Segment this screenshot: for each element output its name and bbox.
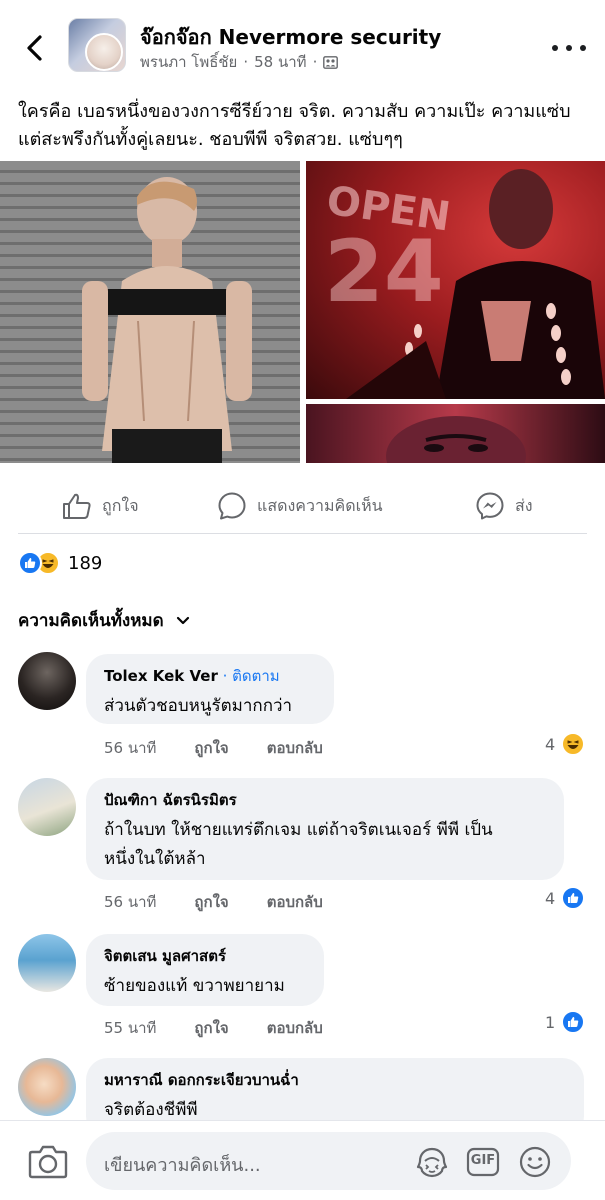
comment-composer: เขียนความคิดเห็น... GIF: [0, 1120, 605, 1200]
comment-text: ถ้าในบท ให้ชายแทร่ตึกเจม แต่ถ้าจริตเนเจอ…: [104, 816, 546, 874]
emoji-button[interactable]: [518, 1145, 552, 1179]
commenter-avatar[interactable]: [18, 778, 76, 836]
like-icon: [63, 493, 91, 519]
privacy-group-icon: [323, 55, 339, 69]
more-button[interactable]: [552, 36, 586, 60]
comment-reaction[interactable]: 1: [545, 1010, 586, 1034]
post-photo-3[interactable]: [306, 404, 605, 463]
camera-icon: [28, 1145, 68, 1179]
comment-bubble[interactable]: จิตตเสน มูลศาสตร์ ซ้ายของแท้ ขวาพยายาม: [86, 934, 324, 1006]
author-avatar: [85, 33, 123, 71]
commenter-avatar[interactable]: [18, 652, 76, 710]
like-button[interactable]: ถูกใจ: [62, 478, 139, 534]
comment-like-button[interactable]: ถูกใจ: [194, 739, 228, 757]
comment-reply-button[interactable]: ตอบกลับ: [267, 1019, 323, 1037]
group-avatar[interactable]: [68, 18, 126, 72]
post-time[interactable]: 58 นาที: [254, 50, 306, 74]
comment-like-button[interactable]: ถูกใจ: [194, 1019, 228, 1037]
avatar-sticker-icon: [416, 1147, 448, 1178]
action-divider: [18, 533, 587, 534]
comment-icon: [218, 492, 246, 520]
comment-label: แสดงความคิดเห็น: [257, 495, 383, 515]
post-photos: OPEN 24: [0, 161, 605, 463]
post-meta: พรนภา โพธิ์ชัย · 58 นาที ·: [140, 50, 339, 74]
author-name[interactable]: พรนภา โพธิ์ชัย: [140, 50, 237, 74]
comment-time: 56 นาที: [104, 893, 157, 911]
like-reaction-icon: [561, 886, 586, 910]
comment-text: ซ้ายของแท้ ขวาพยายาม: [104, 976, 285, 996]
emoji-icon: [519, 1146, 551, 1178]
comment-text-line-2: หนึ่งในใต้หล้า: [104, 849, 206, 869]
meta-separator: ·: [243, 53, 249, 71]
commenter-avatar[interactable]: [18, 934, 76, 992]
svg-text:24: 24: [324, 222, 444, 322]
commenter-name[interactable]: Tolex Kek Ver: [104, 667, 218, 685]
like-reaction-icon: [18, 551, 42, 575]
camera-button[interactable]: [28, 1143, 68, 1179]
reaction-count: 189: [68, 552, 103, 574]
reaction-summary[interactable]: 189: [18, 550, 102, 576]
comment-button[interactable]: แสดงความคิดเห็น: [217, 478, 383, 534]
comment-reaction-count: 1: [545, 1012, 556, 1032]
comment-reaction[interactable]: 4: [545, 886, 586, 910]
comment-reply-button[interactable]: ตอบกลับ: [267, 893, 323, 911]
comment-time: 55 นาที: [104, 1019, 157, 1037]
like-label: ถูกใจ: [102, 495, 139, 515]
meta-separator-2: ·: [312, 53, 318, 71]
gif-label: GIF: [470, 1153, 496, 1168]
gif-button[interactable]: GIF: [466, 1145, 500, 1179]
comment-reply-button[interactable]: ตอบกลับ: [267, 739, 323, 757]
like-reaction-icon: [561, 1010, 586, 1034]
commenter-name[interactable]: ปัณฑิกา ฉัตรนิรมิตร: [104, 788, 546, 812]
back-button[interactable]: [18, 30, 50, 66]
comments-filter-label: ความคิดเห็นทั้งหมด: [18, 611, 164, 631]
photo-figure-2: OPEN 24: [324, 169, 605, 399]
more-icon: [552, 45, 558, 51]
comment-text: ส่วนตัวชอบหนูรัตมากกว่า: [104, 696, 293, 716]
comment-actions: 55 นาที ถูกใจ ตอบกลับ: [104, 1016, 361, 1040]
share-label: ส่ง: [515, 495, 533, 515]
post-header: จ๊อกจ๊อก Nevermore security พรนภา โพธิ์ช…: [0, 0, 605, 88]
post-photo-2[interactable]: OPEN 24: [306, 161, 605, 399]
comment-input-placeholder: เขียนความคิดเห็น...: [104, 1155, 261, 1176]
messenger-icon: [476, 492, 504, 520]
post-photo-1[interactable]: [0, 161, 300, 463]
comment-actions: 56 นาที ถูกใจ ตอบกลับ: [104, 736, 361, 760]
comments-filter[interactable]: ความคิดเห็นทั้งหมด: [18, 607, 190, 634]
comment-reaction[interactable]: 4: [545, 732, 586, 756]
comment-bubble[interactable]: Tolex Kek Ver · ติดตาม ส่วนตัวชอบหนูรัตม…: [86, 654, 334, 724]
comment-time: 56 นาที: [104, 739, 157, 757]
commenter-name[interactable]: จิตตเสน มูลศาสตร์: [104, 944, 306, 968]
back-arrow-icon: [27, 35, 42, 61]
comment-actions: 56 นาที ถูกใจ ตอบกลับ: [104, 890, 361, 914]
follow-link[interactable]: · ติดตาม: [218, 667, 280, 685]
haha-reaction-icon: [561, 732, 586, 756]
commenter-avatar[interactable]: [18, 1058, 76, 1116]
post-action-bar: ถูกใจ แสดงความคิดเห็น ส่ง: [0, 478, 605, 534]
comment-reaction-count: 4: [545, 734, 556, 754]
commenter-name[interactable]: มหาราณี ดอกกระเจียวบานฉ่ำ: [104, 1068, 566, 1092]
share-button[interactable]: ส่ง: [475, 478, 533, 534]
photo-figure: [82, 177, 252, 463]
avatar-sticker-button[interactable]: [415, 1145, 449, 1179]
chevron-down-icon: [176, 616, 189, 624]
comment-like-button[interactable]: ถูกใจ: [194, 893, 228, 911]
post-text: ใครคือ เบอรหนึ่งของวงการซีรีย์วาย จริต. …: [18, 101, 571, 150]
comment-reaction-count: 4: [545, 888, 556, 908]
group-name[interactable]: จ๊อกจ๊อก Nevermore security: [140, 21, 441, 53]
photo-figure-3: [386, 416, 526, 463]
comment-bubble[interactable]: ปัณฑิกา ฉัตรนิรมิตร ถ้าในบท ให้ชายแทร่ตึ…: [86, 778, 564, 880]
comment-text-line-1: ถ้าในบท ให้ชายแทร่ตึกเจม แต่ถ้าจริตเนเจอ…: [104, 820, 493, 840]
